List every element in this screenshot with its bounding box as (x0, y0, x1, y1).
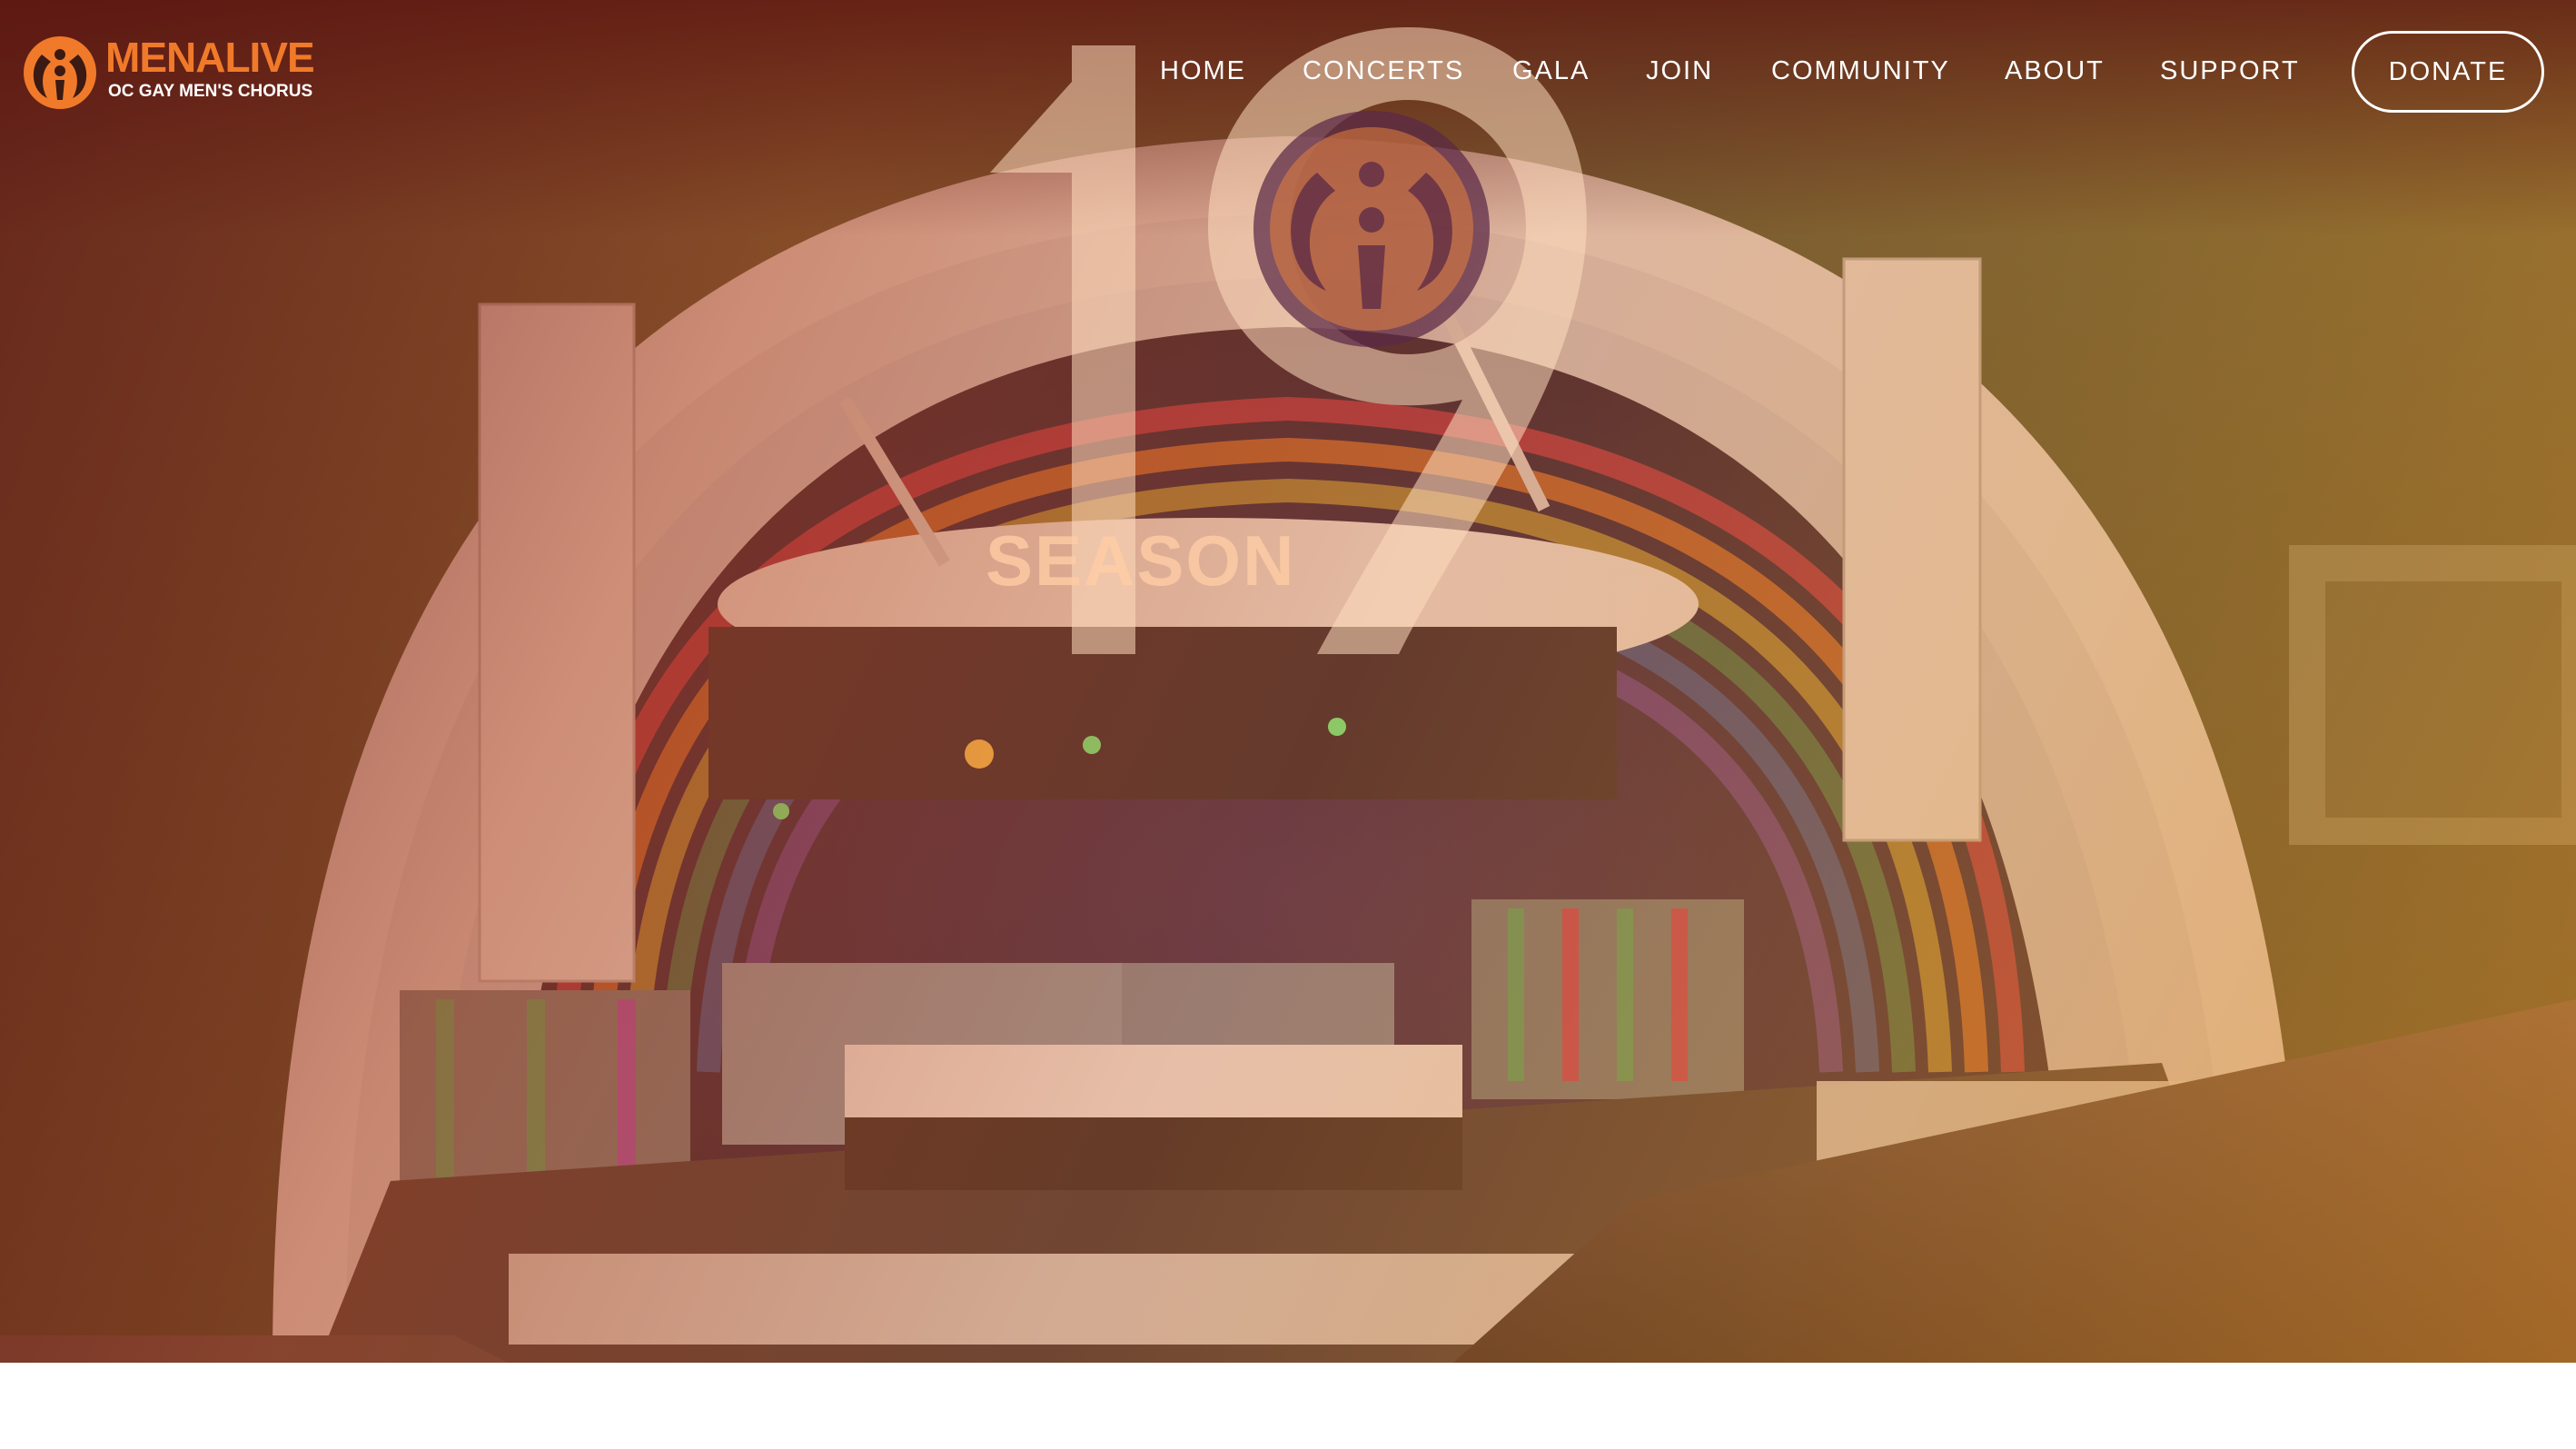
nav-item-join[interactable]: JOIN (1646, 51, 1713, 91)
season-label: SEASON (986, 521, 1296, 600)
nav-item-gala[interactable]: GALA (1512, 51, 1590, 91)
nav-item-about[interactable]: ABOUT (2005, 51, 2105, 91)
site-header: MENALIVE OC GAY MEN'S CHORUS HOME CONCER… (0, 0, 2576, 145)
page: SEASON MENALIVE OC GAY MEN'S CHORUS HOME… (0, 0, 2576, 1449)
hero-banner: SEASON (0, 0, 2576, 1363)
logo-tagline: OC GAY MEN'S CHORUS (108, 82, 313, 101)
logo-name: MENALIVE (105, 34, 315, 81)
donate-button[interactable]: DONATE (2352, 31, 2544, 113)
menalive-emblem-icon (1253, 111, 1490, 347)
nav-item-concerts[interactable]: CONCERTS (1303, 51, 1464, 91)
nav-item-support[interactable]: SUPPORT (2160, 51, 2300, 91)
site-logo[interactable]: MENALIVE OC GAY MEN'S CHORUS (22, 31, 331, 113)
nav-item-home[interactable]: HOME (1160, 51, 1246, 91)
nav-item-community[interactable]: COMMUNITY (1771, 51, 1950, 91)
menalive-logo-icon (24, 36, 96, 109)
